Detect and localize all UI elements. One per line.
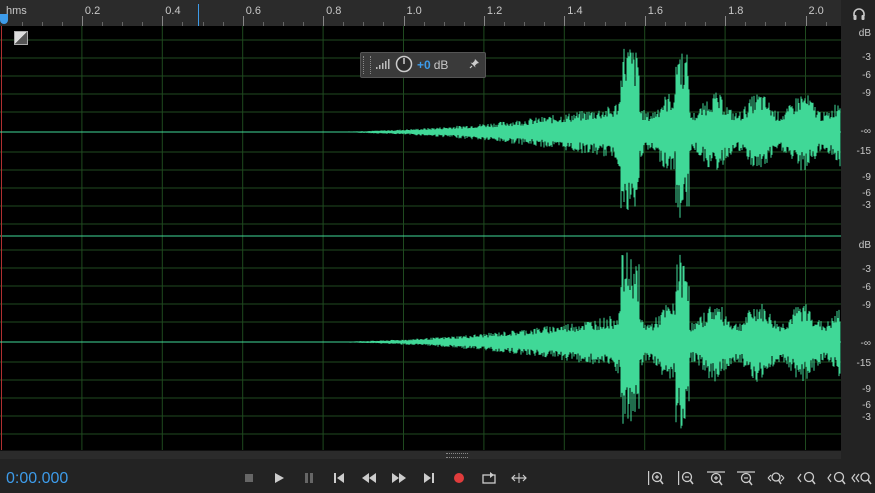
ruler-tick [805,16,807,26]
ruler-tick [162,16,164,26]
db-tick-label: -6 [862,282,871,293]
zoom-full-icon[interactable] [765,467,787,489]
ruler-tick [403,16,405,26]
ruler-tick-label: 1.4 [567,5,583,17]
db-tick-label: -15 [856,358,871,369]
db-tick-label: -∞ [860,338,871,349]
volume-gain-value[interactable]: +0 [417,58,431,72]
fast-forward-button[interactable] [388,467,410,489]
pin-icon[interactable] [469,58,480,72]
spectral-toggle-icon[interactable] [14,31,28,45]
db-tick-label: -3 [862,412,871,423]
db-tick-label: -3 [862,52,871,63]
db-tick-label: -15 [856,146,871,157]
db-tick-label: -∞ [860,126,871,137]
db-tick-label: -6 [862,70,871,81]
ruler-tick [81,16,83,26]
ruler-tick [564,16,566,26]
db-unit-label: dB [858,28,871,39]
level-meter-icon [375,58,391,73]
headphones-icon[interactable] [845,2,873,26]
zoom-in-time-icon[interactable] [705,467,727,489]
ruler-tick-label: 0.6 [245,5,261,17]
skip-to-start-button[interactable] [328,467,350,489]
pause-button[interactable] [298,467,320,489]
ruler-tick-label: 1.6 [647,5,663,17]
ruler-unit-label: hms [6,5,27,17]
volume-gain-unit: dB [433,58,449,72]
record-button[interactable] [448,467,470,489]
view-marker [198,4,199,26]
ruler-tick-label: 1.2 [486,5,503,17]
ruler-tick-label: 0.2 [84,5,101,17]
hud-drag-handle[interactable] [363,56,371,74]
zoom-in-point-icon[interactable] [797,467,819,489]
waveform-canvas[interactable] [0,26,841,450]
skip-selection-icon[interactable] [508,467,530,489]
ruler-tick [644,16,646,26]
ruler-tick-label: 0.8 [326,5,342,17]
rewind-button[interactable] [358,467,380,489]
zoom-out-point-icon[interactable] [827,467,849,489]
db-tick-label: -6 [862,400,871,411]
db-tick-label: -3 [862,264,871,275]
transport-bar: 0:00.000 [0,462,875,493]
db-tick-label: -9 [862,172,871,183]
ruler-tick-label: 1.8 [728,5,744,17]
ruler-tick-label: 0.4 [165,5,181,17]
resize-handle[interactable] [446,453,468,458]
time-ruler[interactable]: hms 0.2 0.4 0.6 0.8 1.0 1.2 1.4 1.6 1.8 2.0 [0,0,841,27]
skip-to-end-button[interactable] [418,467,440,489]
ruler-tick [323,16,325,26]
loop-playback-icon[interactable] [478,467,500,489]
stop-button[interactable] [238,467,260,489]
ruler-tick [242,16,244,26]
zoom-out-time-icon[interactable] [735,467,757,489]
ruler-tick-label: 2.0 [808,5,824,17]
db-unit-label: dB [858,240,871,251]
zoom-in-amplitude-icon[interactable] [645,467,667,489]
vertical-resize-strip[interactable] [0,450,841,459]
play-button[interactable] [268,467,290,489]
db-tick-label: -9 [862,88,871,99]
zoom-selection-icon[interactable] [851,467,873,489]
db-tick-label: -6 [862,188,871,199]
ruler-tick [725,16,727,26]
volume-knob-icon[interactable] [395,55,413,76]
zoom-out-amplitude-icon[interactable] [675,467,697,489]
ruler-tick-label: 1.0 [406,5,422,17]
db-scale: dB -3 -6 -9 -∞ -15 -9 -6 -3 dB -3 -6 -9 -∞ -15 -9 -6 -3 [841,26,875,450]
hud-volume-control[interactable]: +0 dB [360,52,486,78]
current-time-display[interactable]: 0:00.000 [6,470,68,488]
db-tick-label: -9 [862,300,871,311]
waveform-editor[interactable] [0,26,841,450]
db-tick-label: -9 [862,384,871,395]
ruler-tick [483,16,485,26]
db-tick-label: -3 [862,200,871,211]
waveform-right-channel[interactable] [0,252,841,429]
